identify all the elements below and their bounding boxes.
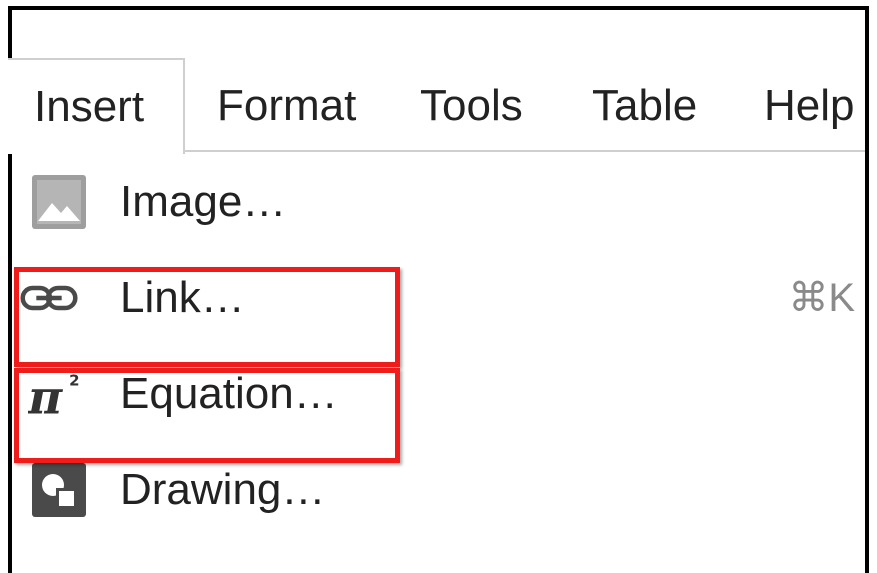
menu-item-image[interactable]: Image… (12, 154, 865, 250)
menu-bar: Insert Format Tools Table Help (8, 58, 865, 154)
menu-bar-divider (185, 150, 865, 152)
menu-format[interactable]: Format (217, 58, 356, 154)
menu-tools[interactable]: Tools (420, 58, 523, 154)
screenshot-frame: Insert Format Tools Table Help Image… Li… (8, 6, 869, 573)
image-icon (30, 173, 88, 231)
menu-table-label: Table (592, 81, 698, 130)
menu-insert-label: Insert (34, 82, 145, 131)
menu-help[interactable]: Help (764, 58, 855, 154)
menu-insert[interactable]: Insert (8, 58, 185, 154)
link-shortcut: ⌘K (788, 276, 855, 320)
menu-help-label: Help (764, 81, 855, 130)
drawing-icon (30, 461, 88, 519)
equation-highlight-box (14, 368, 400, 463)
menu-tools-label: Tools (420, 81, 523, 130)
menu-format-label: Format (217, 81, 357, 130)
menu-item-image-label: Image… (120, 177, 287, 226)
menu-table[interactable]: Table (592, 58, 697, 154)
link-highlight-box (14, 267, 400, 367)
menu-item-drawing-label: Drawing… (120, 465, 326, 514)
